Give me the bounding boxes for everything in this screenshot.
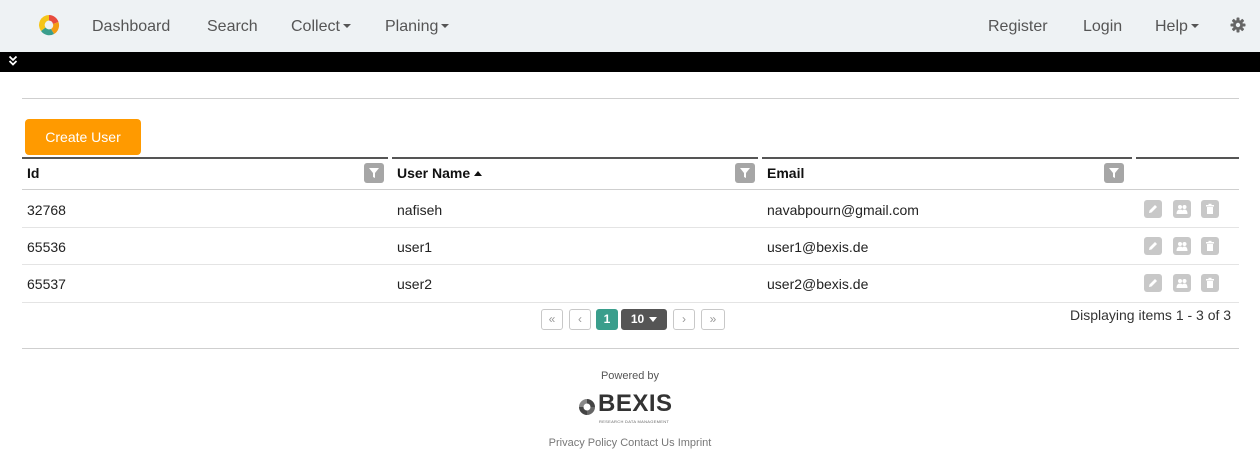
nav-register[interactable]: Register: [988, 17, 1048, 37]
trash-icon[interactable]: [1201, 274, 1219, 292]
nav-search[interactable]: Search: [207, 17, 258, 37]
column-divider: [22, 157, 388, 159]
imprint-link[interactable]: Imprint: [678, 437, 712, 449]
gear-icon[interactable]: [1229, 16, 1247, 34]
pager-first-button[interactable]: «: [541, 309, 563, 330]
cell-id: 65536: [27, 239, 66, 255]
column-header-email[interactable]: Email: [767, 165, 804, 181]
caret-down-icon: [1190, 24, 1199, 28]
nav-login[interactable]: Login: [1083, 17, 1122, 37]
pager-info: Displaying items 1 - 3 of 3: [1070, 307, 1232, 323]
filter-icon[interactable]: [735, 163, 755, 183]
trash-icon[interactable]: [1201, 237, 1219, 255]
brand-name: BEXIS: [598, 390, 673, 417]
divider: [22, 348, 1239, 349]
create-user-button[interactable]: Create User: [25, 119, 141, 155]
double-chevron-down-icon[interactable]: [8, 54, 18, 68]
divider: [22, 98, 1239, 99]
cell-id: 32768: [27, 202, 66, 218]
row-divider: [22, 264, 1239, 265]
users-icon[interactable]: [1173, 237, 1191, 255]
caret-down-icon: [342, 24, 351, 28]
nav-collect-label: Collect: [291, 18, 340, 35]
column-header-id[interactable]: Id: [27, 165, 39, 181]
footer-links: Privacy Policy Contact Us Imprint: [0, 437, 1260, 449]
header-underline: [22, 189, 1239, 190]
cell-id: 65537: [27, 276, 66, 292]
cell-email: navabpourn@gmail.com: [767, 202, 919, 218]
users-icon[interactable]: [1173, 274, 1191, 292]
pager-page-1[interactable]: 1: [596, 309, 618, 330]
contact-us-link[interactable]: Contact Us: [620, 437, 674, 449]
nav-dashboard[interactable]: Dashboard: [92, 17, 170, 37]
cell-username: nafiseh: [397, 202, 443, 218]
cell-username: user2: [397, 276, 433, 292]
cell-username: user1: [397, 239, 433, 255]
edit-icon[interactable]: [1144, 200, 1162, 218]
bexis-mark-icon: [579, 399, 595, 415]
row-divider: [22, 227, 1239, 228]
privacy-policy-link[interactable]: Privacy Policy: [549, 437, 617, 449]
pager-prev-button[interactable]: ‹: [569, 309, 591, 330]
pager-next-button[interactable]: ›: [673, 309, 695, 330]
edit-icon[interactable]: [1144, 274, 1162, 292]
bexis-logo-icon[interactable]: [38, 14, 60, 36]
column-header-username[interactable]: User Name: [397, 165, 483, 181]
row-divider: [22, 302, 1239, 303]
nav-help[interactable]: Help: [1155, 17, 1199, 37]
filter-icon[interactable]: [1104, 163, 1124, 183]
column-divider: [762, 157, 1132, 159]
column-divider: [1136, 157, 1239, 159]
top-navbar: Dashboard Search Collect Planing Registe…: [0, 0, 1260, 52]
filter-icon[interactable]: [364, 163, 384, 183]
pager-last-button[interactable]: »: [701, 309, 725, 330]
trash-icon[interactable]: [1201, 200, 1219, 218]
sort-ascending-icon: [474, 171, 483, 176]
bexis-logo[interactable]: BEXIS RESEARCH DATA MANAGEMENT: [578, 390, 690, 427]
menu-toggle-bar: [0, 52, 1260, 72]
powered-by-text: Powered by: [600, 370, 660, 382]
column-divider: [392, 157, 758, 159]
nav-planing[interactable]: Planing: [385, 17, 450, 37]
caret-down-icon: [649, 317, 658, 322]
caret-down-icon: [441, 24, 450, 28]
brand-tagline: RESEARCH DATA MANAGEMENT: [599, 419, 670, 424]
nav-help-label: Help: [1155, 18, 1188, 35]
column-header-username-label: User Name: [397, 165, 471, 181]
cell-email: user2@bexis.de: [767, 276, 869, 292]
nav-collect[interactable]: Collect: [291, 17, 351, 37]
page-size-select[interactable]: 10: [621, 309, 667, 330]
users-icon[interactable]: [1173, 200, 1191, 218]
nav-planing-label: Planing: [385, 18, 439, 35]
cell-email: user1@bexis.de: [767, 239, 869, 255]
edit-icon[interactable]: [1144, 237, 1162, 255]
page-size-value: 10: [630, 312, 645, 326]
